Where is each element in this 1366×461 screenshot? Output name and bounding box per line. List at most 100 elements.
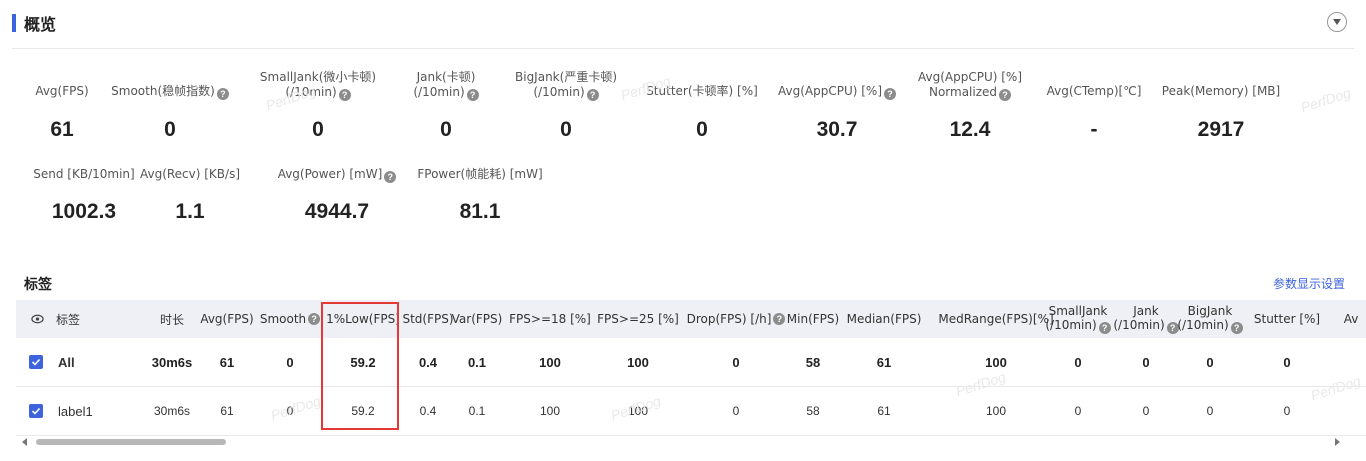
column-header-label: Stutter [%]: [1253, 312, 1321, 326]
table-cell: 0: [286, 354, 294, 370]
metric-label-line: Avg(AppCPU) [%]: [777, 84, 882, 98]
row-checkbox[interactable]: [29, 404, 43, 418]
column-header[interactable]: SmallJank (/10min)?: [1045, 300, 1111, 338]
column-header[interactable]: Avg(FPS): [196, 300, 258, 338]
column-header[interactable]: BigJank (/10min)?: [1177, 300, 1243, 338]
column-header[interactable]: Smooth?: [257, 300, 323, 338]
metric-label-line: Avg(Recv) [KB/s]: [139, 167, 241, 181]
column-header-label: FPS>=25 [%]: [597, 312, 679, 326]
column-header-line: (/10min)?: [1113, 318, 1179, 334]
collapse-button[interactable]: [1327, 12, 1347, 32]
table-cell: 58: [805, 354, 821, 370]
column-header[interactable]: Stutter [%]: [1252, 300, 1322, 338]
column-header-line: Jank: [1133, 304, 1159, 318]
column-header[interactable]: 时长: [150, 300, 194, 338]
column-header-label: 时长: [159, 312, 184, 327]
table-header: 标签 时长 Avg(FPS) Smooth? 1%Low(FPS) Std(FPS) Var…: [16, 300, 1366, 338]
metric-value: 2917: [1197, 118, 1245, 141]
table-cell: 0.1: [468, 404, 486, 418]
table-cell: 100: [627, 354, 649, 370]
check-icon: [31, 407, 41, 415]
help-icon[interactable]: ?: [308, 313, 321, 325]
column-header[interactable]: Median(FPS): [844, 300, 924, 338]
column-header[interactable]: Min(FPS): [786, 300, 840, 338]
table-cell: 0: [1206, 354, 1214, 370]
column-header-label: Median(FPS): [846, 312, 922, 326]
table-row[interactable]: label1 30m6s 61 0 59.2 0.4 0.1 100 100 0 58 61 100 0 0…: [16, 387, 1366, 436]
help-icon[interactable]: ?: [586, 89, 599, 101]
column-header[interactable]: Jank (/10min)?: [1113, 300, 1179, 338]
metric-label-line: Avg(Power) [mW]: [277, 167, 383, 181]
column-header-label: 标签: [56, 312, 81, 327]
table-cell: 100: [539, 354, 561, 370]
column-header-label: Var(FPS): [451, 312, 503, 326]
eye-icon[interactable]: [31, 313, 44, 325]
highlight-box: [321, 302, 399, 430]
table-cell: 61: [876, 354, 892, 370]
column-header[interactable]: Av: [1336, 300, 1366, 338]
help-icon[interactable]: ?: [1098, 322, 1111, 334]
table-cell: 30m6s: [153, 404, 191, 418]
column-header-label: Min(FPS): [786, 312, 840, 326]
column-header-label: Av: [1343, 312, 1359, 326]
metric-label-line: Peak(Memory) [MB]: [1161, 84, 1281, 98]
title-accent-bar: [12, 14, 16, 32]
table-cell: 100: [985, 404, 1007, 418]
column-header[interactable]: Drop(FPS) [/h]?: [684, 300, 788, 338]
table-cell: 0: [732, 354, 740, 370]
table-cell: 0: [1074, 354, 1082, 370]
labels-table: 标签 时长 Avg(FPS) Smooth? 1%Low(FPS) Std(FPS) Var…: [16, 300, 1366, 436]
metric-label-line: Avg(CTemp)[℃]: [1046, 84, 1142, 98]
metric-label: Peak(Memory) [MB]: [1131, 84, 1311, 99]
column-header-label: Smooth: [259, 312, 307, 326]
column-header-line: SmallJank: [1048, 304, 1108, 318]
column-header-label: Std(FPS): [402, 312, 454, 326]
table-cell: 0: [1074, 404, 1082, 418]
column-header[interactable]: FPS>=18 [%]: [506, 300, 594, 338]
column-header-line: BigJank: [1187, 304, 1233, 318]
check-icon: [31, 358, 41, 366]
metric-card: FPower(帧能耗) [mW] 81.1: [390, 167, 570, 223]
column-header[interactable]: Var(FPS): [452, 300, 503, 338]
column-header[interactable]: Std(FPS): [402, 300, 454, 338]
table-cell: 0.4: [419, 404, 437, 418]
row-checkbox[interactable]: [29, 355, 43, 369]
table-cell: 61: [220, 404, 234, 418]
column-header[interactable]: 标签: [56, 300, 116, 338]
row-label-name: All: [58, 354, 75, 370]
horizontal-scrollbar[interactable]: [16, 436, 1366, 448]
help-icon[interactable]: ?: [773, 313, 786, 325]
scroll-left-icon[interactable]: [22, 438, 27, 446]
scrollbar-thumb[interactable]: [36, 439, 226, 445]
column-header-label: Avg(FPS): [200, 312, 254, 326]
metric-label-line: Avg(AppCPU) [%]: [917, 70, 1022, 84]
table-cell: 0: [732, 404, 740, 418]
scroll-right-icon[interactable]: [1335, 438, 1340, 446]
column-header-line: (/10min)?: [1045, 318, 1111, 334]
table-cell: 0: [1206, 404, 1214, 418]
metric-label-line: (/10min): [533, 85, 585, 99]
table-cell: 0: [1283, 354, 1291, 370]
metric-label-line: Normalized: [928, 85, 998, 99]
metric-value: 81.1: [459, 200, 501, 223]
metric-label-line: Jank(卡顿): [416, 70, 476, 84]
column-header[interactable]: FPS>=25 [%]: [592, 300, 684, 338]
table-row[interactable]: All 30m6s 61 0 59.2 0.4 0.1 100 100 0 58 61 100 0 0 0 0: [16, 338, 1366, 387]
help-icon[interactable]: ?: [1230, 322, 1243, 334]
header-divider: [12, 48, 1354, 49]
column-header-label: Drop(FPS) [/h]: [686, 312, 772, 326]
table-cell: 0.1: [467, 354, 487, 370]
table-cell: 0: [1142, 404, 1150, 418]
table-cell: 0: [1142, 354, 1150, 370]
metric-label-line: BigJank(严重卡顿): [515, 70, 617, 84]
labels-section-title: 标签: [24, 277, 52, 293]
table-cell: 30m6s: [151, 354, 193, 370]
metric-label-line: (/10min): [413, 85, 465, 99]
column-header-label: MedRange(FPS)[%]: [938, 312, 1054, 326]
metric-label: FPower(帧能耗) [mW]: [390, 167, 570, 182]
param-display-settings-link[interactable]: 参数显示设置: [1273, 275, 1345, 292]
help-icon[interactable]: ?: [338, 89, 351, 101]
overview-title: 概览: [24, 15, 57, 34]
table-cell: 0.4: [418, 354, 438, 370]
table-cell: 100: [539, 404, 561, 418]
